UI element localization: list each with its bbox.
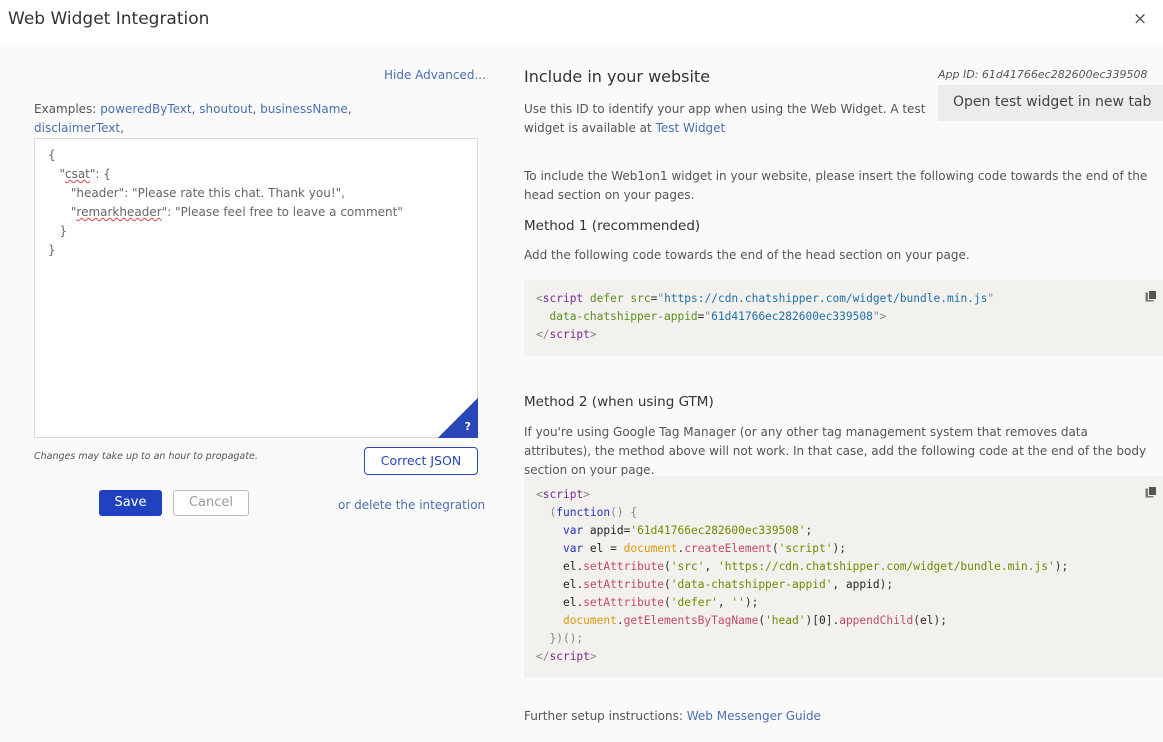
section-title: Include in your website — [524, 67, 711, 86]
open-test-widget-button[interactable]: Open test widget in new tab — [938, 85, 1163, 121]
app-id: App ID: 61d41766ec282600ec339508 — [938, 68, 1148, 81]
code-bundle-url: https://cdn.chatshipper.com/widget/bundl… — [664, 292, 988, 305]
cancel-button[interactable]: Cancel — [173, 490, 249, 516]
example-shoutout[interactable]: shoutout — [199, 102, 252, 116]
method2-text: If you're using Google Tag Manager (or a… — [524, 425, 1147, 477]
code-bundle-url: https://cdn.chatshipper.com/widget/bundl… — [724, 560, 1048, 573]
method2-code: <script> (function() { var appid='61d417… — [536, 488, 1069, 663]
editor-line: "header": "Please rate this chat. Thank … — [48, 186, 345, 200]
help-label: ? — [464, 420, 471, 433]
further-instructions: Further setup instructions: Web Messenge… — [524, 707, 821, 726]
example-disclaimer-text[interactable]: disclaimerText — [34, 121, 120, 135]
propagate-note: Changes may take up to an hour to propag… — [34, 451, 258, 462]
method1-code: <script defer src="https://cdn.chatshipp… — [536, 292, 995, 341]
method2-title: Method 2 (when using GTM) — [524, 394, 714, 410]
examples-label: Examples: — [34, 102, 97, 116]
delete-integration-link[interactable]: or delete the integration — [338, 498, 485, 512]
code-app-id: 61d41766ec282600ec339508 — [637, 524, 799, 537]
include-text: To include the Web1on1 widget in your we… — [524, 169, 1148, 202]
editor-line: "csat": { — [48, 167, 111, 181]
method1-code-block[interactable]: <script defer src="https://cdn.chatshipp… — [524, 280, 1163, 356]
json-editor[interactable]: { "csat": { "header": "Please rate this … — [34, 138, 478, 438]
editor-line: { — [48, 148, 56, 162]
code-app-id: 61d41766ec282600ec339508 — [711, 310, 873, 323]
copy-icon[interactable] — [1145, 290, 1157, 302]
method1-title: Method 1 (recommended) — [524, 218, 701, 234]
example-business-name[interactable]: businessName — [260, 102, 348, 116]
help-icon[interactable]: ? — [438, 398, 478, 438]
close-icon[interactable]: × — [1133, 9, 1147, 29]
further-label: Further setup instructions: — [524, 709, 683, 723]
editor-line: } — [48, 243, 56, 257]
intro-text: Use this ID to identify your app when us… — [524, 100, 929, 138]
dialog-title: Web Widget Integration — [8, 9, 210, 29]
correct-json-button[interactable]: Correct JSON — [364, 447, 478, 475]
web-messenger-guide-link[interactable]: Web Messenger Guide — [687, 709, 821, 723]
editor-line: "remarkheader": "Please feel free to lea… — [48, 205, 403, 219]
copy-icon[interactable] — [1145, 486, 1157, 498]
test-widget-link[interactable]: Test Widget — [656, 121, 726, 135]
json-editor-content[interactable]: { "csat": { "header": "Please rate this … — [48, 146, 403, 260]
dialog-header: Web Widget Integration × — [0, 0, 1163, 46]
hide-advanced-link[interactable]: Hide Advanced... — [384, 68, 486, 82]
editor-line: } — [48, 224, 68, 238]
method2-code-block[interactable]: <script> (function() { var appid='61d417… — [524, 476, 1163, 678]
example-powered-by-text[interactable]: poweredByText — [100, 102, 191, 116]
method1-text: Add the following code towards the end o… — [524, 248, 970, 262]
save-button[interactable]: Save — [99, 490, 162, 516]
